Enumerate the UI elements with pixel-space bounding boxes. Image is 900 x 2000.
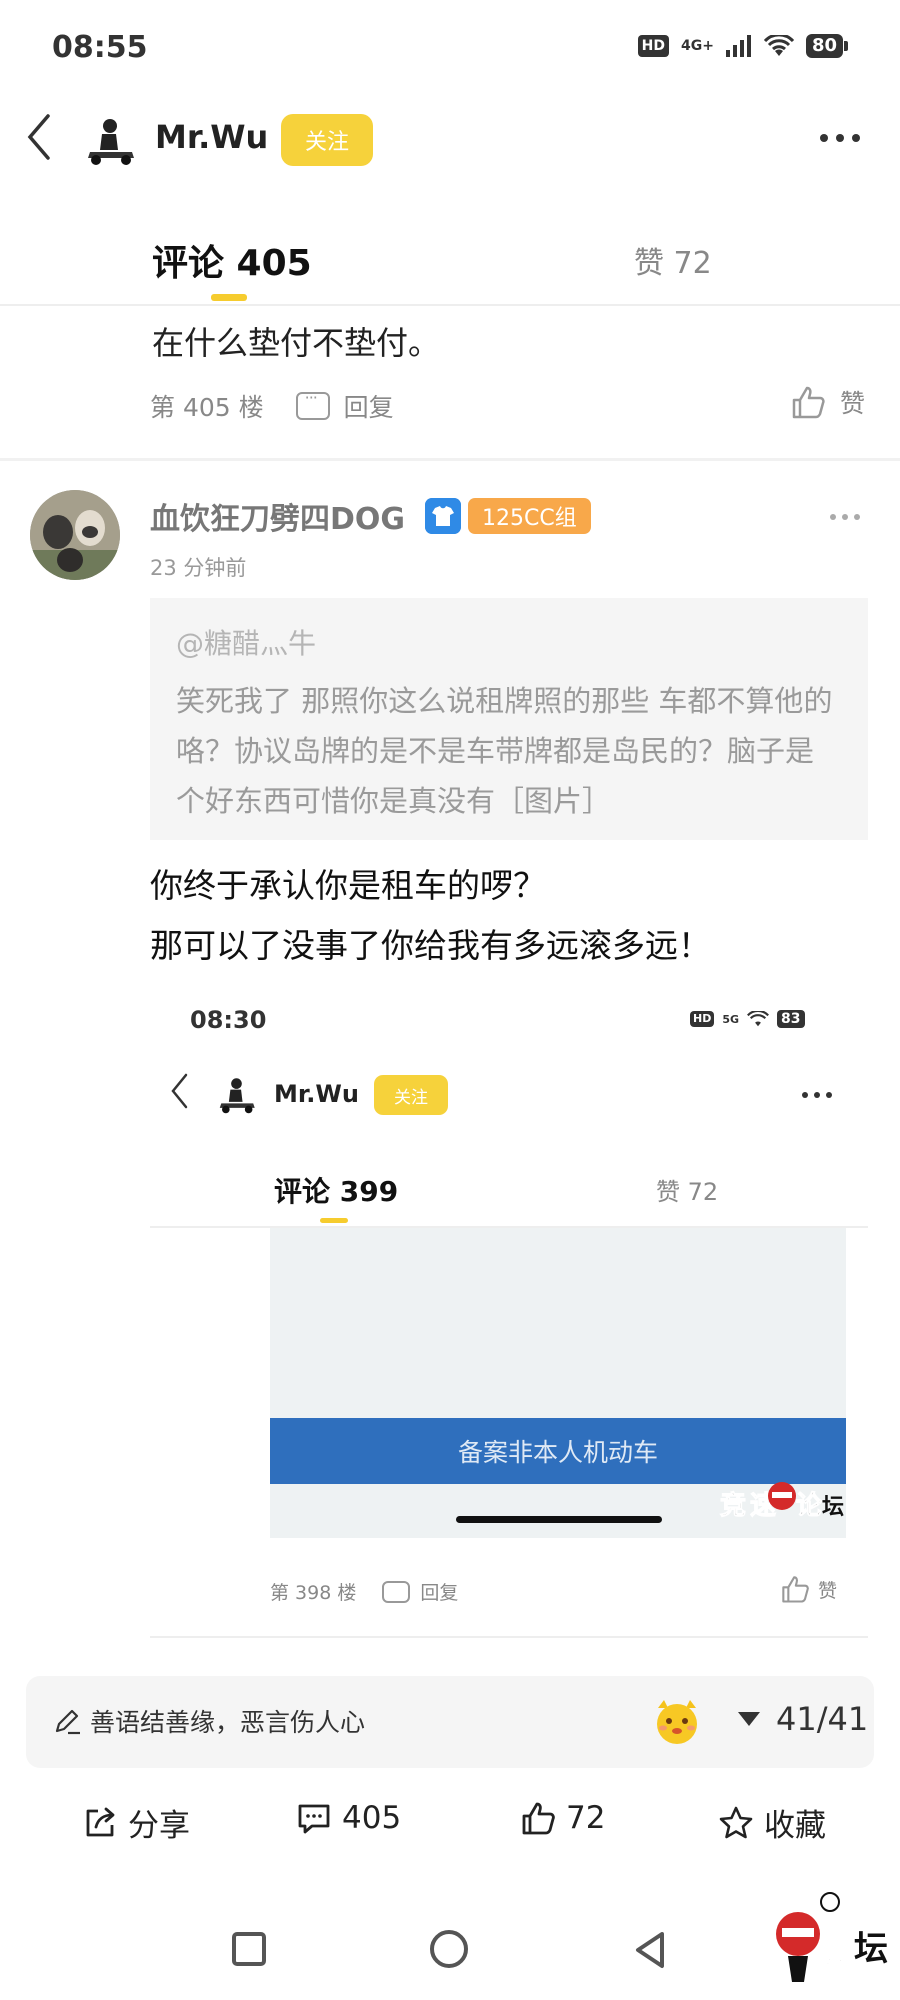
home-icon[interactable] bbox=[430, 1930, 468, 1968]
svg-text:竞: 竞 bbox=[702, 1924, 742, 1970]
comment-meta: 第 405 楼 回复 bbox=[150, 388, 394, 424]
tab-comments[interactable]: 评论 405 bbox=[152, 234, 312, 286]
status-icons: HD 4G+ 80 bbox=[637, 34, 848, 58]
username[interactable]: 血饮狂刀劈四DOG bbox=[150, 494, 405, 538]
follow-button[interactable]: 关注 bbox=[281, 114, 373, 166]
battery-level: 83 bbox=[777, 1010, 805, 1028]
star-icon bbox=[719, 1806, 753, 1838]
svg-text:论: 论 bbox=[796, 1491, 823, 1521]
forum-watermark-logo: 竞 速 论 坛 bbox=[720, 1482, 844, 1522]
tab-active-indicator bbox=[211, 294, 247, 301]
page-jump-icon[interactable] bbox=[738, 1712, 760, 1726]
comment-body-line: 那可以了没事了你给我有多远滚多远！ bbox=[150, 926, 711, 965]
embedded-status-icons: HD 5G 83 bbox=[690, 1010, 805, 1028]
favorite-button[interactable]: 收藏 bbox=[718, 1800, 826, 1845]
comment-body: 你终于承认你是租车的啰？ 那可以了没事了你给我有多远滚多远！ bbox=[150, 856, 711, 976]
page-indicator[interactable]: 41/41 bbox=[776, 1700, 868, 1738]
likes-button[interactable]: 72 bbox=[520, 1800, 605, 1836]
thumb-up-icon bbox=[782, 1576, 809, 1603]
shirt-badge-icon bbox=[425, 498, 461, 534]
embedded-tab-comments: 评论 399 bbox=[274, 1175, 399, 1208]
embedded-bottom-divider bbox=[150, 1636, 868, 1638]
battery-level: 80 bbox=[805, 34, 843, 58]
emoji-icon[interactable] bbox=[652, 1696, 702, 1746]
comment-text: 在什么垫付不垫付。 bbox=[152, 324, 441, 362]
svg-text:坛: 坛 bbox=[822, 1495, 844, 1520]
forum-logo: 竞 速 论 坛 bbox=[701, 1892, 888, 1982]
favorite-label: 收藏 bbox=[764, 1808, 826, 1844]
embedded-follow-button: 关注 bbox=[374, 1075, 448, 1115]
thumb-up-icon bbox=[792, 386, 825, 419]
share-button[interactable]: 分享 bbox=[82, 1800, 190, 1845]
author-avatar[interactable] bbox=[86, 116, 138, 166]
hd-icon: HD bbox=[690, 1011, 715, 1027]
like-label: 赞 bbox=[818, 1579, 838, 1602]
network-label: 4G+ bbox=[680, 38, 714, 54]
network-label: 5G bbox=[722, 1012, 740, 1026]
pencil-icon bbox=[55, 1709, 80, 1735]
user-avatar[interactable] bbox=[30, 490, 120, 580]
quoted-comment: @糖醋灬牛 笑死我了 那照你这么说租牌照的那些 车都不算他的咯？协议岛牌的是不是… bbox=[150, 598, 868, 840]
floor-number: 第 405 楼 bbox=[150, 393, 264, 422]
share-icon bbox=[86, 1807, 115, 1836]
comment-divider bbox=[0, 458, 900, 461]
share-label: 分享 bbox=[128, 1808, 190, 1844]
back-icon[interactable] bbox=[22, 112, 58, 162]
wifi-icon bbox=[763, 35, 794, 56]
embedded-comment-meta: 第 398 楼 回复 bbox=[270, 1576, 459, 1605]
more-icon[interactable] bbox=[820, 134, 860, 142]
quoted-text: 笑死我了 那照你这么说租牌照的那些 车都不算他的咯？协议岛牌的是不是车带牌都是岛… bbox=[176, 684, 833, 818]
embedded-status-time: 08:30 bbox=[190, 1006, 267, 1034]
like-label: 赞 bbox=[840, 389, 866, 418]
thumb-up-icon bbox=[522, 1802, 555, 1835]
embedded-author-avatar bbox=[219, 1078, 255, 1114]
author-name[interactable]: Mr.Wu bbox=[155, 118, 268, 156]
reply-button[interactable]: 回复 bbox=[344, 388, 394, 424]
svg-text:竞: 竞 bbox=[720, 1490, 746, 1521]
reply-icon[interactable] bbox=[295, 388, 330, 420]
signal-icon bbox=[725, 35, 751, 57]
embedded-tab-likes: 赞 72 bbox=[656, 1178, 719, 1206]
comment-input-placeholder[interactable]: 善语结善缘，恶言伤人心 bbox=[90, 1703, 365, 1739]
comment-more-icon[interactable] bbox=[830, 514, 860, 520]
comment-icon bbox=[298, 1804, 330, 1834]
hd-icon: HD bbox=[637, 35, 669, 57]
like-button[interactable]: 赞 bbox=[790, 384, 865, 420]
embedded-tab-indicator bbox=[320, 1218, 348, 1223]
embedded-home-indicator bbox=[456, 1516, 662, 1523]
reply-icon bbox=[382, 1576, 411, 1603]
recent-apps-icon[interactable] bbox=[232, 1932, 266, 1966]
battery-icon: 80 bbox=[805, 34, 848, 58]
svg-text:坛: 坛 bbox=[854, 1929, 888, 1969]
likes-count: 72 bbox=[566, 1800, 606, 1836]
comment-body-line: 你终于承认你是租车的啰？ bbox=[150, 866, 546, 905]
status-time: 08:55 bbox=[52, 30, 148, 65]
floor-number: 第 398 楼 bbox=[270, 1582, 357, 1604]
embedded-author-name: Mr.Wu bbox=[274, 1080, 359, 1108]
wifi-icon bbox=[747, 1011, 770, 1027]
tab-likes[interactable]: 赞 72 bbox=[634, 238, 712, 282]
nav-back-icon[interactable] bbox=[632, 1930, 668, 1970]
comments-count: 405 bbox=[342, 1800, 402, 1836]
embedded-more-icon bbox=[802, 1092, 832, 1098]
reply-label: 回复 bbox=[420, 1582, 459, 1604]
embedded-back-icon bbox=[171, 1073, 188, 1109]
tab-divider bbox=[0, 304, 900, 306]
comment-time: 23 分钟前 bbox=[150, 556, 247, 580]
level-badge: 125CC组 bbox=[468, 498, 591, 534]
comments-button[interactable]: 405 bbox=[296, 1800, 401, 1836]
quoted-user[interactable]: @糖醋灬牛 bbox=[176, 622, 842, 662]
embedded-like: 赞 bbox=[780, 1574, 837, 1604]
